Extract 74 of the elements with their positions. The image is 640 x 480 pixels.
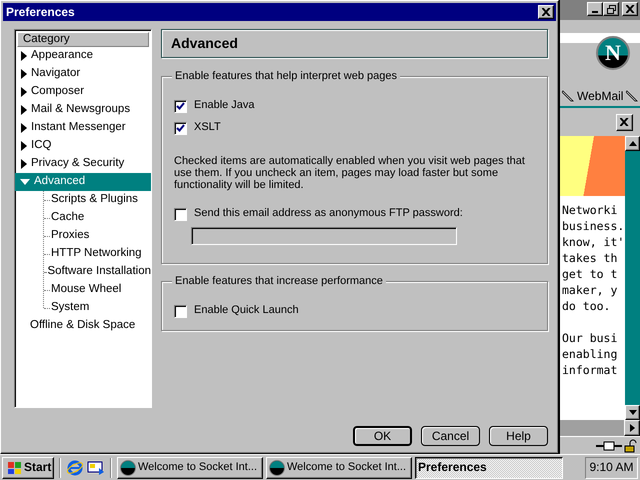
checkbox-label[interactable]: XSLT xyxy=(194,121,221,135)
right-arrow-icon xyxy=(630,424,634,432)
expand-triangle-icon[interactable] xyxy=(21,123,27,133)
close-button[interactable] xyxy=(538,5,554,19)
minimize-button[interactable] xyxy=(587,2,604,16)
scroll-up-button[interactable] xyxy=(625,136,640,151)
circle-logo-icon xyxy=(269,460,285,476)
circle-logo-icon xyxy=(120,460,136,476)
expand-triangle-icon[interactable] xyxy=(21,69,27,79)
tree-item[interactable]: Navigator xyxy=(15,65,151,83)
group-legend: Enable features that increase performance xyxy=(172,275,386,288)
desktop-icon[interactable] xyxy=(87,460,105,476)
checkbox-label[interactable]: Enable Java xyxy=(194,99,255,113)
down-arrow-icon xyxy=(628,410,636,415)
panel-title: Advanced xyxy=(161,29,548,58)
tree-item[interactable]: System xyxy=(51,301,90,315)
start-button[interactable]: Start xyxy=(2,456,54,478)
banner-image xyxy=(560,136,625,196)
group-legend: Enable features that help interpret web pages xyxy=(172,70,400,84)
tree-item[interactable]: Proxies xyxy=(51,229,90,243)
tree-item[interactable]: Composer xyxy=(15,83,151,101)
close-button[interactable] xyxy=(616,114,633,130)
browser-logo: N xyxy=(596,36,630,70)
tree-item[interactable]: HTTP Networking xyxy=(51,247,142,261)
tree-item[interactable]: Mail & Newsgroups xyxy=(15,101,151,119)
scroll-right-button[interactable] xyxy=(624,420,640,436)
restore-button[interactable] xyxy=(603,2,620,16)
pencil-icon xyxy=(626,90,638,102)
help-text: Checked items are automatically enabled when you visit web pages that use them. If you uncheck an item, pages may load faster but some functionality will be limited. xyxy=(174,155,526,191)
checkbox[interactable] xyxy=(174,100,187,112)
toolbar-link[interactable]: WebMail xyxy=(577,88,624,104)
tree-item[interactable]: Advanced xyxy=(15,173,151,191)
tree-item[interactable]: Mouse Wheel xyxy=(51,283,122,297)
expand-triangle-icon[interactable] xyxy=(21,141,27,151)
dialog-button[interactable]: Cancel xyxy=(421,426,480,446)
pencil-icon xyxy=(562,90,574,102)
lock-icon[interactable] xyxy=(624,438,638,452)
dialog-button[interactable]: OK xyxy=(353,426,412,446)
tree-item[interactable]: Offline & Disk Space xyxy=(15,317,151,335)
checkbox[interactable] xyxy=(174,304,187,318)
connection-icon[interactable] xyxy=(596,440,622,452)
close-button[interactable] xyxy=(622,2,638,16)
page-text: Our busi enabling informat xyxy=(561,330,618,378)
page-text: Networki business. know, it' takes th get to t maker, y do too. xyxy=(561,202,624,314)
expand-triangle-icon[interactable] xyxy=(21,105,27,115)
collapse-triangle-icon[interactable] xyxy=(20,179,30,185)
checkbox-label[interactable]: Send this email address as anonymous FTP password: xyxy=(194,207,463,221)
expand-triangle-icon[interactable] xyxy=(21,87,27,97)
dialog-button[interactable]: Help xyxy=(489,426,548,446)
scroll-down-button[interactable] xyxy=(625,405,640,420)
tree-item[interactable]: Appearance xyxy=(15,47,151,65)
up-arrow-icon xyxy=(628,141,636,146)
taskbar-button[interactable]: Welcome to Socket Int... xyxy=(117,456,263,478)
horizontal-scrollbar[interactable] xyxy=(560,420,640,436)
restore-icon xyxy=(606,4,616,14)
close-icon xyxy=(626,5,634,13)
tree-item[interactable]: Cache xyxy=(51,211,84,225)
tree-item[interactable]: Scripts & Plugins xyxy=(51,193,138,207)
tree-item[interactable]: ICQ xyxy=(15,137,151,155)
expand-triangle-icon[interactable] xyxy=(21,51,27,61)
taskbar-button[interactable]: Welcome to Socket Int... xyxy=(266,456,412,478)
tree-item[interactable]: Software Installation xyxy=(47,265,151,279)
checkbox[interactable] xyxy=(174,122,187,134)
column-header[interactable]: Category xyxy=(17,32,149,47)
close-icon xyxy=(542,8,550,16)
checkbox[interactable] xyxy=(174,208,187,220)
checkbox-label[interactable]: Enable Quick Launch xyxy=(194,304,299,318)
clock: 9:10 AM xyxy=(585,456,638,478)
window-title: Preferences xyxy=(6,4,75,20)
taskbar-button[interactable]: Preferences xyxy=(415,456,563,478)
tree-item[interactable]: Instant Messenger xyxy=(15,119,151,137)
vertical-scrollbar[interactable] xyxy=(625,136,640,420)
flag-icon xyxy=(6,460,22,474)
close-icon xyxy=(620,118,629,126)
